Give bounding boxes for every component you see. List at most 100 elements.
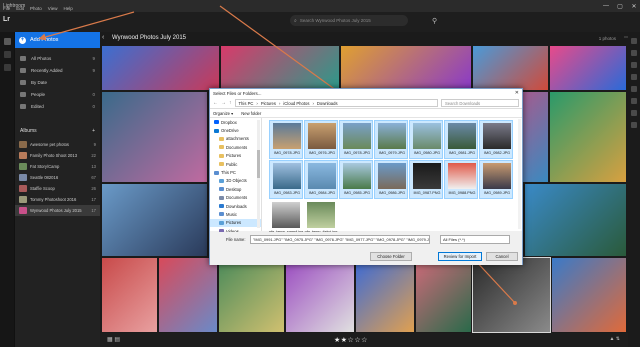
linear-gradient-icon[interactable] [631,74,637,80]
folder-tree-item[interactable]: attachments [210,135,261,143]
photo-thumbnail[interactable] [552,258,626,332]
folder-tree-item[interactable]: Music [210,210,261,218]
folder-tree-item[interactable]: Dropbox [210,118,261,126]
album-item[interactable]: Family Photo Shoot 2013 22 [15,150,100,161]
photo-thumbnail[interactable] [472,257,551,333]
breadcrumb[interactable]: This PC › Pictures › iCloud Photos › Downloads [234,99,438,107]
filename-input[interactable]: "IMG_0991.JPG" "IMG_0975.JPG" "IMG_0976.… [250,235,430,244]
album-item[interactable]: Tommy Photoshoot 2016 17 [15,194,100,205]
back-button[interactable]: ‹ [102,34,104,41]
photo-thumbnail[interactable] [221,46,339,90]
photo-thumbnail[interactable] [356,258,414,332]
file-item[interactable]: IMG_0983.JPG [269,160,303,199]
file-item[interactable]: IMG_0984.JPG [304,160,338,199]
brush-tool-icon[interactable] [631,62,637,68]
add-album-button[interactable]: + [92,128,95,134]
photo-thumbnail[interactable] [286,258,354,332]
photo-thumbnail[interactable] [219,258,284,332]
photos-panel-icon[interactable] [3,38,11,45]
edit-tool-icon[interactable] [631,38,637,44]
keyword-icon[interactable] [631,110,637,116]
nav-item-people[interactable]: People 0 [15,88,100,100]
album-item[interactable]: Wynwood Photos July 2015 17 [15,205,100,216]
crop-tool-icon[interactable] [631,50,637,56]
breadcrumb-item[interactable]: iCloud Photos [283,101,309,106]
file-item[interactable]: IMG_0978.JPG [339,120,373,159]
folder-tree-item[interactable]: Downloads [210,202,261,210]
up-arrow-icon[interactable]: ↑ [229,100,232,106]
organize-menu[interactable]: Organize ▾ [213,111,233,116]
file-item[interactable]: IMG_0987.PNG [409,160,443,199]
file-item[interactable]: IMG_0986.JPG [374,160,408,199]
radial-gradient-icon[interactable] [631,86,637,92]
nav-item-by-date[interactable]: By Date [15,76,100,88]
photo-thumbnail[interactable] [159,258,217,332]
photo-thumbnail[interactable] [102,258,157,332]
photo-thumbnail[interactable] [416,258,471,332]
file-item[interactable]: IMG_0979.JPG [374,120,408,159]
folder-tree-item[interactable]: Pictures [210,152,261,160]
folder-tree-item[interactable]: Desktop [210,185,261,193]
forward-arrow-icon[interactable]: → [221,100,226,106]
nav-item-all-photos[interactable]: All Photos 9 [15,52,100,64]
photo-thumbnail[interactable] [525,184,626,256]
breadcrumb-item[interactable]: Downloads [317,101,338,106]
nav-item-edited[interactable]: Edited 0 [15,100,100,112]
star-rating[interactable]: ★★☆☆☆ [334,336,368,344]
album-item[interactable]: Seattle 082016 67 [15,172,100,183]
close-window-button[interactable]: ✕ [630,3,638,10]
folder-tree-item[interactable]: This PC [210,168,261,176]
file-item[interactable]: IMG_0980.JPG [409,120,443,159]
file-item[interactable]: IMG_0982.JPG [479,120,513,159]
tree-scrollbar[interactable] [257,120,260,228]
folder-tree-item[interactable]: Documents [210,194,261,202]
albums-panel-icon[interactable] [3,64,11,71]
photo-thumbnail[interactable] [341,46,471,90]
file-item[interactable]: IMG_0989.JPG [479,160,513,199]
comments-icon[interactable] [631,122,637,128]
album-item[interactable]: Staffie Scoop 26 [15,183,100,194]
view-mode-icons[interactable]: ▦ ▤ [107,336,120,343]
photo-thumbnail[interactable] [550,46,626,90]
file-item[interactable]: IMG_0976.JPG [304,120,338,159]
tree-scroll-thumb[interactable] [257,150,260,178]
album-count: 67 [91,175,96,180]
breadcrumb-item[interactable]: This PC [239,101,254,106]
file-scrollbar[interactable] [518,119,521,229]
file-item[interactable]: IMG_0985.JPG [339,160,373,199]
maximize-button[interactable]: ▢ [616,3,624,10]
file-item[interactable]: IMG_0988.PNG [444,160,478,199]
back-arrow-icon[interactable]: ← [213,100,218,106]
minimize-button[interactable]: — [602,3,610,9]
file-item[interactable]: IMG_0981.JPG [444,120,478,159]
review-for-import-button[interactable]: Review for Import [438,252,482,261]
photo-thumbnail[interactable] [473,46,548,90]
new-folder-button[interactable]: New folder [241,111,261,116]
folder-tree-item[interactable]: OneDrive [210,126,261,134]
file-item[interactable]: IMG_0978.JPG [269,120,303,159]
nav-item-recently-added[interactable]: Recently Added 9 [15,64,100,76]
album-item[interactable]: Fat Story/Camp 13 [15,161,100,172]
add-photos-button[interactable]: + Add Photos [15,32,100,48]
search-input[interactable]: ⌕ Search Wynwood Photos July 2015 [290,15,408,26]
photo-thumbnail[interactable] [102,46,219,90]
dialog-close-button[interactable]: ✕ [515,90,519,96]
choose-folder-button[interactable]: Choose Folder [370,252,412,261]
folder-tree-item[interactable]: Public [210,160,261,168]
lightroom-app: Lightroom File Edit Photo View Help — ▢ ✕ Lr… [0,0,640,347]
filter-icon[interactable]: ⚲ [432,17,437,25]
library-icon[interactable] [3,51,11,58]
folder-tree-item[interactable]: Documents [210,143,261,151]
cancel-button[interactable]: Cancel [486,252,518,261]
breadcrumb-item[interactable]: Pictures [261,101,276,106]
folder-tree-item[interactable]: Pictures [210,218,261,228]
sort-icons[interactable]: ▲ ⇅ [609,336,620,342]
photo-thumbnail[interactable] [102,92,207,182]
dialog-search-input[interactable]: Search Downloads [441,99,519,107]
info-icon[interactable] [631,98,637,104]
photo-thumbnail[interactable] [102,184,207,256]
filetype-select[interactable]: All Files (*.*) [440,235,510,244]
photo-thumbnail[interactable] [550,92,626,182]
folder-tree-item[interactable]: 3D Objects [210,177,261,185]
album-item[interactable]: Awesome pet photos 9 [15,139,100,150]
